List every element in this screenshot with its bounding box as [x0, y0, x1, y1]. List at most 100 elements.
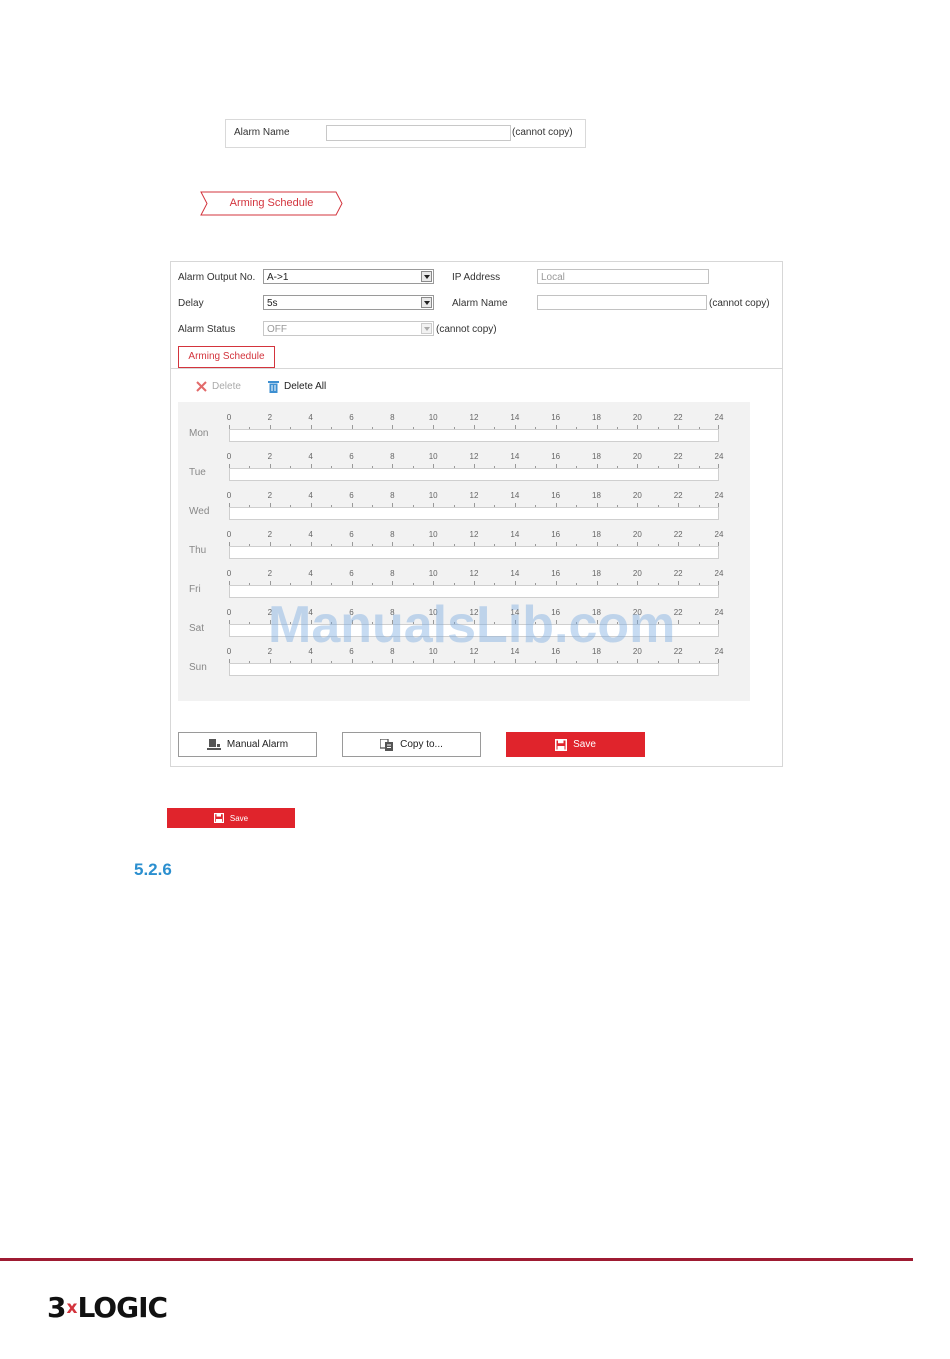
- schedule-day-row: Wed 0 2 4 6 8 10 12 14 16 18 20 22 24: [178, 476, 750, 520]
- hour-tick-label: 4: [308, 530, 313, 539]
- footer-rule: [0, 1258, 913, 1261]
- manual-alarm-icon: [206, 738, 221, 750]
- hour-tick-label: 6: [349, 491, 354, 500]
- hour-tick-label: 0: [226, 413, 232, 422]
- floppy-disk-icon: [555, 738, 568, 751]
- save-button[interactable]: Save: [506, 732, 645, 757]
- alarm-output-no-label: Alarm Output No.: [178, 272, 256, 283]
- hour-tick-label: 16: [551, 413, 561, 422]
- manual-alarm-button[interactable]: Manual Alarm: [178, 732, 317, 757]
- schedule-day-row: Fri 0 2 4 6 8 10 12 14 16 18 20 22 24: [178, 554, 750, 598]
- hour-tick-label: 2: [267, 569, 273, 578]
- hour-tick-label: 4: [308, 452, 313, 461]
- hour-tick-label: 18: [592, 491, 601, 500]
- save-label: Save: [573, 739, 596, 750]
- hour-tick-label: 0: [226, 569, 232, 578]
- delay-label: Delay: [178, 298, 204, 309]
- hour-tick-label: 10: [428, 413, 438, 422]
- delay-select[interactable]: 5s: [263, 295, 434, 310]
- hour-tick-label: 4: [308, 491, 313, 500]
- alarm-status-value: OFF: [267, 324, 287, 335]
- ip-address-input[interactable]: Local: [537, 269, 709, 284]
- hour-tick-label: 22: [673, 491, 683, 500]
- hour-tick-label: 22: [673, 530, 683, 539]
- hour-tick-label: 20: [632, 569, 642, 578]
- hour-tick-label: 18: [592, 530, 601, 539]
- hour-tick-label: 20: [632, 452, 642, 461]
- tab-arming-schedule[interactable]: Arming Schedule: [178, 346, 275, 368]
- section-number: 5.2.6: [134, 860, 172, 879]
- chevron-down-icon[interactable]: [421, 297, 432, 308]
- hour-tick-label: 18: [592, 569, 601, 578]
- delete-all-button[interactable]: Delete All: [268, 380, 326, 393]
- chevron-down-icon[interactable]: [421, 271, 432, 282]
- delete-button[interactable]: Delete: [196, 381, 241, 392]
- hour-tick-label: 14: [510, 413, 520, 422]
- arming-schedule-arrow-tag: Arming Schedule: [200, 191, 343, 216]
- arming-schedule-grid: Mon 0 2 4 6 8 10 12 14 16 18 20 22 24 Tue 0 2 4 6 8 10 12 14 16…: [178, 402, 750, 701]
- hour-tick-label: 2: [267, 452, 273, 461]
- alarm-name-label: Alarm Name: [452, 298, 508, 309]
- hour-tick-label: 0: [226, 491, 232, 500]
- delay-value: 5s: [267, 298, 278, 309]
- alarm-output-panel: Alarm Output No. A->1 Delay 5s Alarm Sta…: [170, 261, 783, 767]
- hour-tick-label: 22: [673, 569, 683, 578]
- schedule-time-bar[interactable]: [229, 663, 719, 676]
- hour-tick-label: 6: [349, 413, 354, 422]
- hour-tick-label: 8: [390, 569, 395, 578]
- hour-tick-label: 6: [349, 452, 354, 461]
- hour-tick-label: 4: [308, 569, 313, 578]
- mini-alarm-name-note: (cannot copy): [512, 127, 573, 138]
- hour-tick-label: 24: [714, 491, 724, 500]
- mini-alarm-name-label: Alarm Name: [234, 127, 290, 138]
- logo-part2: LOGIC: [77, 1291, 168, 1324]
- tab-divider: [171, 368, 782, 369]
- hour-tick-label: 22: [673, 413, 683, 422]
- copy-to-label: Copy to...: [400, 739, 443, 750]
- hour-tick-label: 0: [226, 647, 232, 656]
- hour-tick-label: 16: [551, 569, 561, 578]
- hour-tick-label: 8: [390, 530, 395, 539]
- day-label: Sun: [189, 662, 207, 673]
- ip-address-label: IP Address: [452, 272, 501, 283]
- hour-tick-label: 20: [632, 491, 642, 500]
- trash-icon: [268, 381, 279, 393]
- delete-all-label: Delete All: [284, 381, 327, 392]
- hour-tick-label: 12: [469, 530, 479, 539]
- small-save-button[interactable]: Save: [167, 808, 295, 828]
- schedule-day-row: Tue 0 2 4 6 8 10 12 14 16 18 20 22 24: [178, 437, 750, 481]
- hour-tick-label: 10: [428, 452, 438, 461]
- alarm-status-select: OFF: [263, 321, 434, 336]
- delete-label: Delete: [212, 381, 241, 392]
- alarm-status-label: Alarm Status: [178, 324, 236, 335]
- copy-icon: [380, 738, 394, 751]
- hour-tick-label: 10: [428, 491, 438, 500]
- hour-tick-label: 24: [714, 413, 724, 422]
- hour-tick-label: 10: [428, 530, 438, 539]
- hour-tick-label: 0: [226, 452, 232, 461]
- mini-alarm-name-strip: Alarm Name (cannot copy): [225, 119, 586, 148]
- hour-tick-label: 0: [226, 608, 232, 617]
- hour-tick-label: 16: [551, 530, 561, 539]
- brand-logo: 3xLOGIC: [47, 1291, 168, 1324]
- hour-tick-label: 8: [390, 491, 395, 500]
- hour-tick-label: 14: [510, 569, 520, 578]
- schedule-day-row: Mon 0 2 4 6 8 10 12 14 16 18 20 22 24: [178, 398, 750, 442]
- chevron-down-icon: [421, 323, 432, 334]
- schedule-day-row: Thu 0 2 4 6 8 10 12 14 16 18 20 22 24: [178, 515, 750, 559]
- manual-alarm-label: Manual Alarm: [226, 739, 289, 750]
- mini-alarm-name-input[interactable]: [326, 125, 511, 141]
- hour-tick-label: 14: [510, 530, 520, 539]
- hour-tick-label: 20: [632, 530, 642, 539]
- hour-tick-label: 12: [469, 413, 479, 422]
- alarm-name-input[interactable]: [537, 295, 707, 310]
- hour-tick-label: 8: [390, 452, 395, 461]
- copy-to-button[interactable]: Copy to...: [342, 732, 481, 757]
- hour-tick-label: 12: [469, 491, 479, 500]
- hour-tick-label: 18: [592, 452, 601, 461]
- hour-tick-label: 24: [714, 608, 724, 617]
- hour-tick-label: 16: [551, 491, 561, 500]
- alarm-output-no-select[interactable]: A->1: [263, 269, 434, 284]
- logo-x: x: [66, 1298, 77, 1318]
- hour-tick-label: 6: [349, 530, 354, 539]
